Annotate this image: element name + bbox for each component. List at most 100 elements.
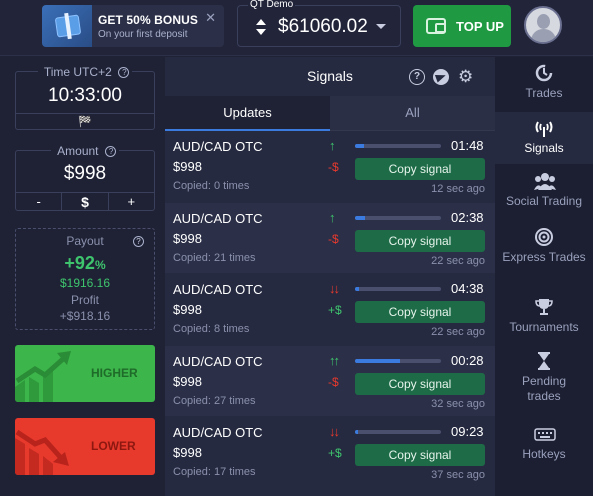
signals-panel: Signals ? ⚙ Updates All AUD/CAD OTC $998 C… (165, 57, 495, 496)
signal-progress-fill (355, 430, 359, 434)
sidebar-item-label: Signals (524, 141, 564, 155)
tab-updates[interactable]: Updates (165, 96, 330, 131)
lower-button[interactable]: LOWER (15, 418, 155, 475)
top-bar: GET 50% BONUS On your first deposit ✕ QT… (0, 0, 593, 56)
account-type-label: QT Demo (248, 0, 296, 10)
tab-all[interactable]: All (330, 96, 495, 131)
copy-signal-button[interactable]: Copy signal (355, 158, 485, 180)
signal-pair: AUD/CAD OTC (173, 282, 263, 297)
top-up-label: TOP UP (456, 18, 504, 34)
higher-button[interactable]: HIGHER (15, 345, 155, 402)
copy-signal-button[interactable]: Copy signal (355, 444, 485, 466)
time-box[interactable]: Time UTC+2 ? 10:33:00 🏁 (15, 65, 155, 130)
signal-progress-fill (355, 216, 366, 220)
sidebar-item-label: Social Trading (505, 194, 583, 208)
signal-timer: 02:38 (451, 210, 484, 225)
signal-copied-count: Copied: 17 times (173, 466, 256, 478)
account-selector[interactable]: QT Demo $61060.02 (237, 0, 401, 47)
direction-arrow-icon: ↓↓ (329, 424, 340, 439)
help-icon[interactable]: ? (133, 236, 144, 247)
signals-icon (534, 118, 554, 138)
copy-signal-button[interactable]: Copy signal (355, 373, 485, 395)
signal-amount: $998 (173, 302, 202, 317)
sidebar-item-tournaments[interactable]: Tournaments (495, 297, 593, 335)
sidebar-item-pending-trades[interactable]: Pending trades (495, 351, 593, 404)
sidebar-item-label: Hotkeys (522, 447, 566, 461)
signal-age: 37 sec ago (431, 469, 485, 481)
signal-age: 22 sec ago (431, 326, 485, 338)
increase-amount-button[interactable]: + (109, 193, 154, 211)
help-icon[interactable]: ? (409, 69, 425, 85)
sidebar-item-trades[interactable]: Trades (495, 63, 593, 101)
signal-timer: 09:23 (451, 424, 484, 439)
signal-progress-bar (355, 287, 441, 291)
signal-progress-fill (355, 287, 360, 291)
sidebar-item-label: Trades (525, 86, 563, 100)
avatar[interactable] (524, 6, 562, 44)
signal-amount: $998 (173, 159, 202, 174)
trend-up-icon (15, 351, 71, 402)
sidebar-item-label: Pending trades (521, 374, 567, 403)
signal-amount: $998 (173, 445, 202, 460)
help-icon[interactable]: ? (118, 67, 130, 78)
sort-arrows-icon (256, 18, 266, 36)
finish-flag-icon[interactable]: 🏁 (16, 113, 154, 130)
lower-label: LOWER (91, 439, 136, 453)
gear-icon[interactable]: ⚙ (458, 68, 474, 85)
direction-arrow-icon: ↑ (329, 210, 335, 225)
signal-row: AUD/CAD OTC $998 Copied: 0 times ↑ -$ 01:48 Co… (165, 131, 495, 201)
signal-row: AUD/CAD OTC $998 Copied: 8 times ↓↓ +$ 04:38 C… (165, 274, 495, 344)
close-icon[interactable]: ✕ (205, 10, 216, 26)
signal-pair: AUD/CAD OTC (173, 425, 263, 440)
payout-percent: +92% (64, 253, 106, 273)
signal-timer: 01:48 (451, 138, 484, 153)
signal-copied-count: Copied: 21 times (173, 252, 256, 264)
sidebar-item-social-trading[interactable]: Social Trading (495, 171, 593, 209)
account-balance: $61060.02 (278, 16, 368, 37)
direction-arrow-icon: ↑↑ (329, 353, 340, 368)
amount-label: Amount (54, 144, 102, 158)
hourglass-icon (534, 351, 554, 371)
signal-delta: -$ (328, 375, 339, 389)
chevron-down-icon (376, 24, 386, 29)
signal-copied-count: Copied: 8 times (173, 323, 250, 335)
signal-progress-bar (355, 430, 441, 434)
signal-amount: $998 (173, 374, 202, 389)
signal-progress-bar (355, 144, 441, 148)
signal-age: 12 sec ago (431, 183, 485, 195)
time-label: Time UTC+2 (40, 65, 115, 79)
currency-button[interactable]: $ (62, 193, 109, 211)
signal-row: AUD/CAD OTC $998 Copied: 21 times ↑ -$ 02:38 C… (165, 203, 495, 273)
keyboard-icon (534, 424, 556, 444)
express-trades-icon (534, 227, 554, 247)
bonus-banner[interactable]: GET 50% BONUS On your first deposit ✕ (42, 5, 224, 47)
trophy-icon (534, 297, 554, 317)
signal-timer: 00:28 (451, 353, 484, 368)
direction-arrow-icon: ↓↓ (329, 281, 340, 296)
signal-pair: AUD/CAD OTC (173, 211, 263, 226)
signal-row: AUD/CAD OTC $998 Copied: 17 times ↓↓ +$ 09:23… (165, 417, 495, 487)
payout-amount: $1916.16 (59, 276, 111, 290)
top-up-button[interactable]: TOP UP (413, 5, 511, 47)
sidebar-item-signals[interactable]: Signals (495, 112, 593, 164)
help-icon[interactable]: ? (104, 146, 116, 157)
signal-progress-fill (355, 144, 364, 148)
signal-copied-count: Copied: 27 times (173, 395, 256, 407)
sidebar-item-label: Tournaments (509, 320, 579, 334)
sidebar-item-express-trades[interactable]: Express Trades (495, 227, 593, 265)
direction-arrow-icon: ↑ (329, 138, 335, 153)
signal-delta: +$ (328, 446, 342, 460)
copy-signal-button[interactable]: Copy signal (355, 230, 485, 252)
amount-box[interactable]: Amount ? $998 - $ + (15, 144, 155, 211)
decrease-amount-button[interactable]: - (16, 193, 63, 211)
telegram-icon[interactable] (433, 69, 449, 85)
right-sidebar: Trades Signals Social Trading Express Tr… (495, 57, 593, 496)
signal-row: AUD/CAD OTC $998 Copied: 27 times ↑↑ -$ 00:28… (165, 346, 495, 416)
signal-progress-bar (355, 359, 441, 363)
gift-icon (42, 5, 92, 47)
sidebar-item-hotkeys[interactable]: Hotkeys (495, 424, 593, 462)
signal-age: 22 sec ago (431, 255, 485, 267)
panel-title: Signals (307, 68, 353, 84)
copy-signal-button[interactable]: Copy signal (355, 301, 485, 323)
signal-age: 32 sec ago (431, 398, 485, 410)
